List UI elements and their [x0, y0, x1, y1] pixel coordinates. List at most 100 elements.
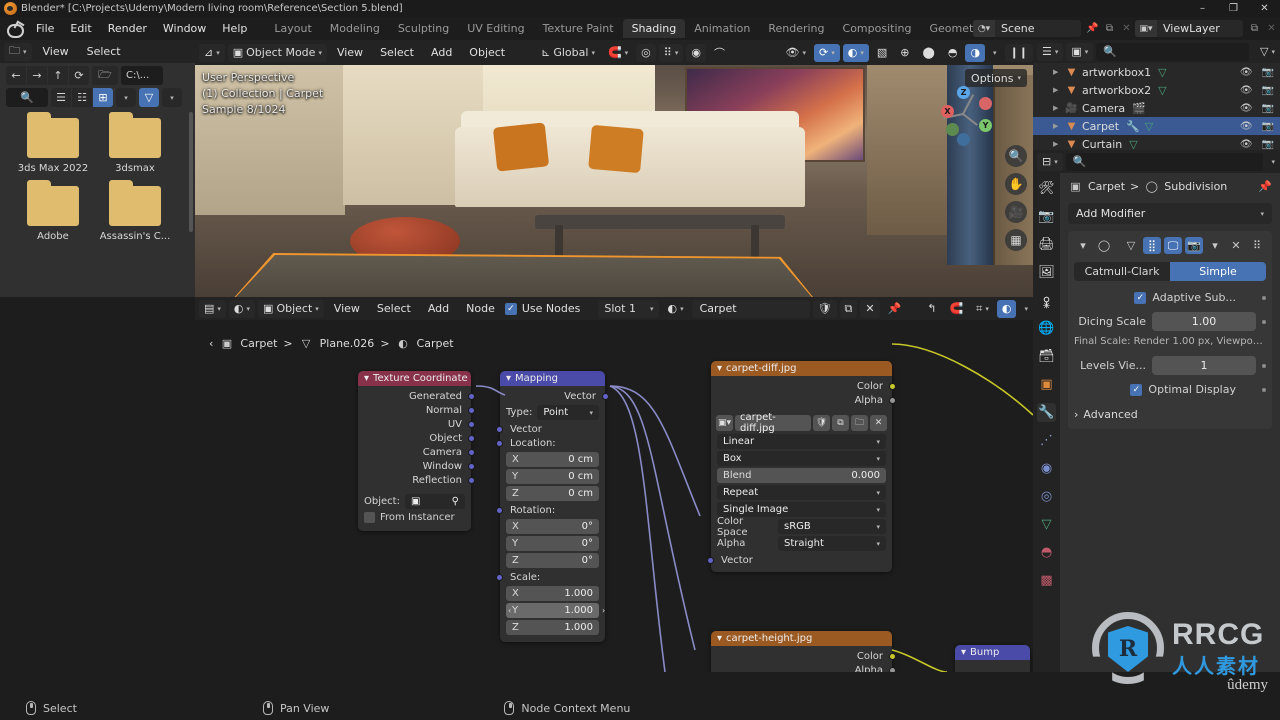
tab-physics-icon[interactable]: ◉: [1037, 459, 1056, 478]
socket-icon[interactable]: [496, 425, 503, 433]
outliner-item-artworkbox1[interactable]: ▶ ▼ artworkbox1 ▽ 👁 📷: [1033, 63, 1280, 81]
menu-render[interactable]: Render: [100, 20, 155, 37]
levels-viewport-value[interactable]: 1: [1152, 356, 1256, 375]
scale-z-field[interactable]: Z 1.000: [506, 620, 599, 635]
socket-icon[interactable]: [468, 462, 475, 470]
curve-icon[interactable]: ⌒: [709, 44, 730, 62]
proportional-falloff-icon[interactable]: ⠿ ▾: [658, 43, 684, 62]
node-output-reflection[interactable]: Reflection: [358, 473, 475, 487]
node-header[interactable]: ▾ carpet-diff.jpg: [711, 361, 892, 376]
use-nodes-toggle[interactable]: ✓ Use Nodes: [504, 299, 580, 318]
node-output-uv[interactable]: UV: [358, 417, 475, 431]
parent-node-tree-icon[interactable]: ↰: [922, 300, 941, 318]
pan-hand-icon[interactable]: ✋: [1005, 173, 1027, 195]
new-material-copy-icon[interactable]: ⧉: [839, 299, 858, 318]
delete-modifier-icon[interactable]: ✕: [1227, 237, 1245, 254]
node-input-scale[interactable]: Scale:: [496, 570, 605, 584]
show-in-edit-mode-icon[interactable]: ⣿: [1143, 237, 1161, 254]
tab-compositing[interactable]: Compositing: [834, 19, 921, 38]
forward-icon[interactable]: →: [27, 66, 47, 85]
tab-shading[interactable]: Shading: [622, 19, 686, 38]
simple-button[interactable]: Simple: [1170, 262, 1266, 281]
pin-material-icon[interactable]: 📌: [883, 300, 907, 318]
fake-user-shield-icon[interactable]: 🛡: [812, 299, 837, 318]
editor-type-selector-shader[interactable]: ▤ ▾: [199, 299, 226, 318]
fb-search-icon[interactable]: 🔍: [6, 88, 48, 107]
node-overlays-icon[interactable]: ◐: [996, 299, 1017, 318]
socket-icon[interactable]: [889, 666, 896, 672]
tab-tool-icon[interactable]: 🛠: [1037, 179, 1056, 198]
disable-render-camera-icon[interactable]: 📷: [1262, 67, 1274, 78]
navigation-gizmo[interactable]: Z Y X: [933, 83, 993, 146]
shading-options-chevron-icon[interactable]: ▾: [988, 44, 1002, 62]
scene-selector[interactable]: ◔▾ Scene: [973, 20, 1081, 37]
node-output-generated[interactable]: Generated: [358, 389, 475, 403]
tab-sculpting[interactable]: Sculpting: [389, 19, 458, 38]
show-in-render-icon[interactable]: 📷: [1185, 237, 1203, 254]
hide-eye-icon[interactable]: 👁: [1240, 139, 1253, 150]
modifier-extras-chevron-icon[interactable]: ▾: [1206, 237, 1224, 254]
fake-user-shield-icon[interactable]: 🛡: [813, 415, 830, 431]
tab-texture-paint[interactable]: Texture Paint: [534, 19, 623, 38]
properties-options-chevron-icon[interactable]: ▾: [1266, 153, 1280, 171]
animate-property-dot[interactable]: [1262, 387, 1266, 392]
breadcrumb-material[interactable]: Carpet: [417, 337, 454, 350]
outliner-item-camera[interactable]: ▶ 🎥 Camera 🎬 👁 📷: [1033, 99, 1280, 117]
socket-icon[interactable]: [496, 506, 503, 514]
tab-modeling[interactable]: Modeling: [321, 19, 389, 38]
shader-menu-add[interactable]: Add: [421, 302, 456, 315]
expand-arrow-icon[interactable]: ▶: [1053, 68, 1064, 76]
node-output-window[interactable]: Window: [358, 459, 475, 473]
node-output-color[interactable]: Color: [711, 649, 896, 663]
location-y-field[interactable]: Y 0 cm: [506, 469, 599, 484]
use-nodes-checkbox[interactable]: ✓: [504, 302, 517, 315]
socket-icon[interactable]: [707, 556, 714, 564]
editor-type-selector-filebrowser[interactable]: 🗀 ▾: [4, 42, 32, 61]
snap-node-mode-icon[interactable]: ⌗ ▾: [971, 300, 994, 318]
gizmo-axis-y-neg[interactable]: [946, 123, 959, 136]
viewport-menu-object[interactable]: Object: [462, 46, 512, 59]
node-collapse-icon[interactable]: ▾: [506, 373, 511, 384]
unlink-material-icon[interactable]: ✕: [860, 299, 880, 318]
file-item[interactable]: Adobe: [12, 180, 94, 242]
list-view-icon[interactable]: ☰: [51, 88, 71, 107]
socket-icon[interactable]: [889, 396, 896, 404]
tab-world-icon[interactable]: 🌐: [1037, 319, 1056, 338]
node-output-camera[interactable]: Camera: [358, 445, 475, 459]
node-header[interactable]: ▾ Texture Coordinate: [358, 371, 471, 386]
node-mapping[interactable]: ▾ Mapping Vector Type: Point ▾ Vector Lo…: [496, 371, 609, 642]
minimize-button[interactable]: –: [1187, 0, 1218, 17]
menu-edit[interactable]: Edit: [62, 20, 99, 37]
fb-menu-select[interactable]: Select: [80, 45, 128, 58]
node-image-texture-height[interactable]: ▾ carpet-height.jpg Color Alpha ▣▾ carpe…: [711, 631, 896, 672]
advanced-expand-icon[interactable]: ›: [1074, 408, 1078, 421]
gizmo-axis-x-neg[interactable]: [979, 97, 992, 110]
breadcrumb-modifier[interactable]: Subdivision: [1164, 180, 1227, 193]
scale-x-field[interactable]: X 1.000: [506, 586, 599, 601]
expand-arrow-icon[interactable]: ▶: [1053, 140, 1064, 148]
file-browser-scrollbar[interactable]: [189, 112, 193, 232]
socket-icon[interactable]: [889, 652, 896, 660]
rotation-z-field[interactable]: Z 0°: [506, 553, 599, 568]
pin-scene-icon[interactable]: 📌: [1084, 20, 1101, 37]
adaptive-subdivision-checkbox[interactable]: ✓: [1134, 291, 1147, 304]
copy-image-icon[interactable]: ⧉: [832, 415, 849, 431]
interpolation-dropdown[interactable]: Linear ▾: [717, 434, 886, 449]
socket-icon[interactable]: [889, 382, 896, 390]
zoom-icon[interactable]: 🔍: [1005, 145, 1027, 167]
transform-orientation-selector[interactable]: ⊾ Global ▾: [536, 44, 600, 62]
snap-node-icon[interactable]: 🧲: [944, 300, 968, 318]
rotation-y-field[interactable]: Y 0°: [506, 536, 599, 551]
collapse-chevron-icon[interactable]: ▾: [1074, 237, 1092, 254]
filter-options-chevron-icon[interactable]: ▾: [162, 88, 182, 107]
viewlayer-selector[interactable]: ▣▾ ViewLayer: [1135, 20, 1243, 37]
tab-rendering[interactable]: Rendering: [759, 19, 833, 38]
location-z-field[interactable]: Z 0 cm: [506, 486, 599, 501]
node-output-vector[interactable]: Vector: [500, 389, 609, 403]
gizmo-axis-z[interactable]: Z: [957, 86, 970, 99]
gizmo-axis-z-neg[interactable]: [957, 133, 970, 146]
catmull-clark-button[interactable]: Catmull-Clark: [1074, 262, 1170, 281]
tab-object-icon[interactable]: ▣: [1037, 375, 1056, 394]
viewport-menu-select[interactable]: Select: [373, 46, 421, 59]
hide-eye-icon[interactable]: 👁: [1240, 67, 1253, 78]
